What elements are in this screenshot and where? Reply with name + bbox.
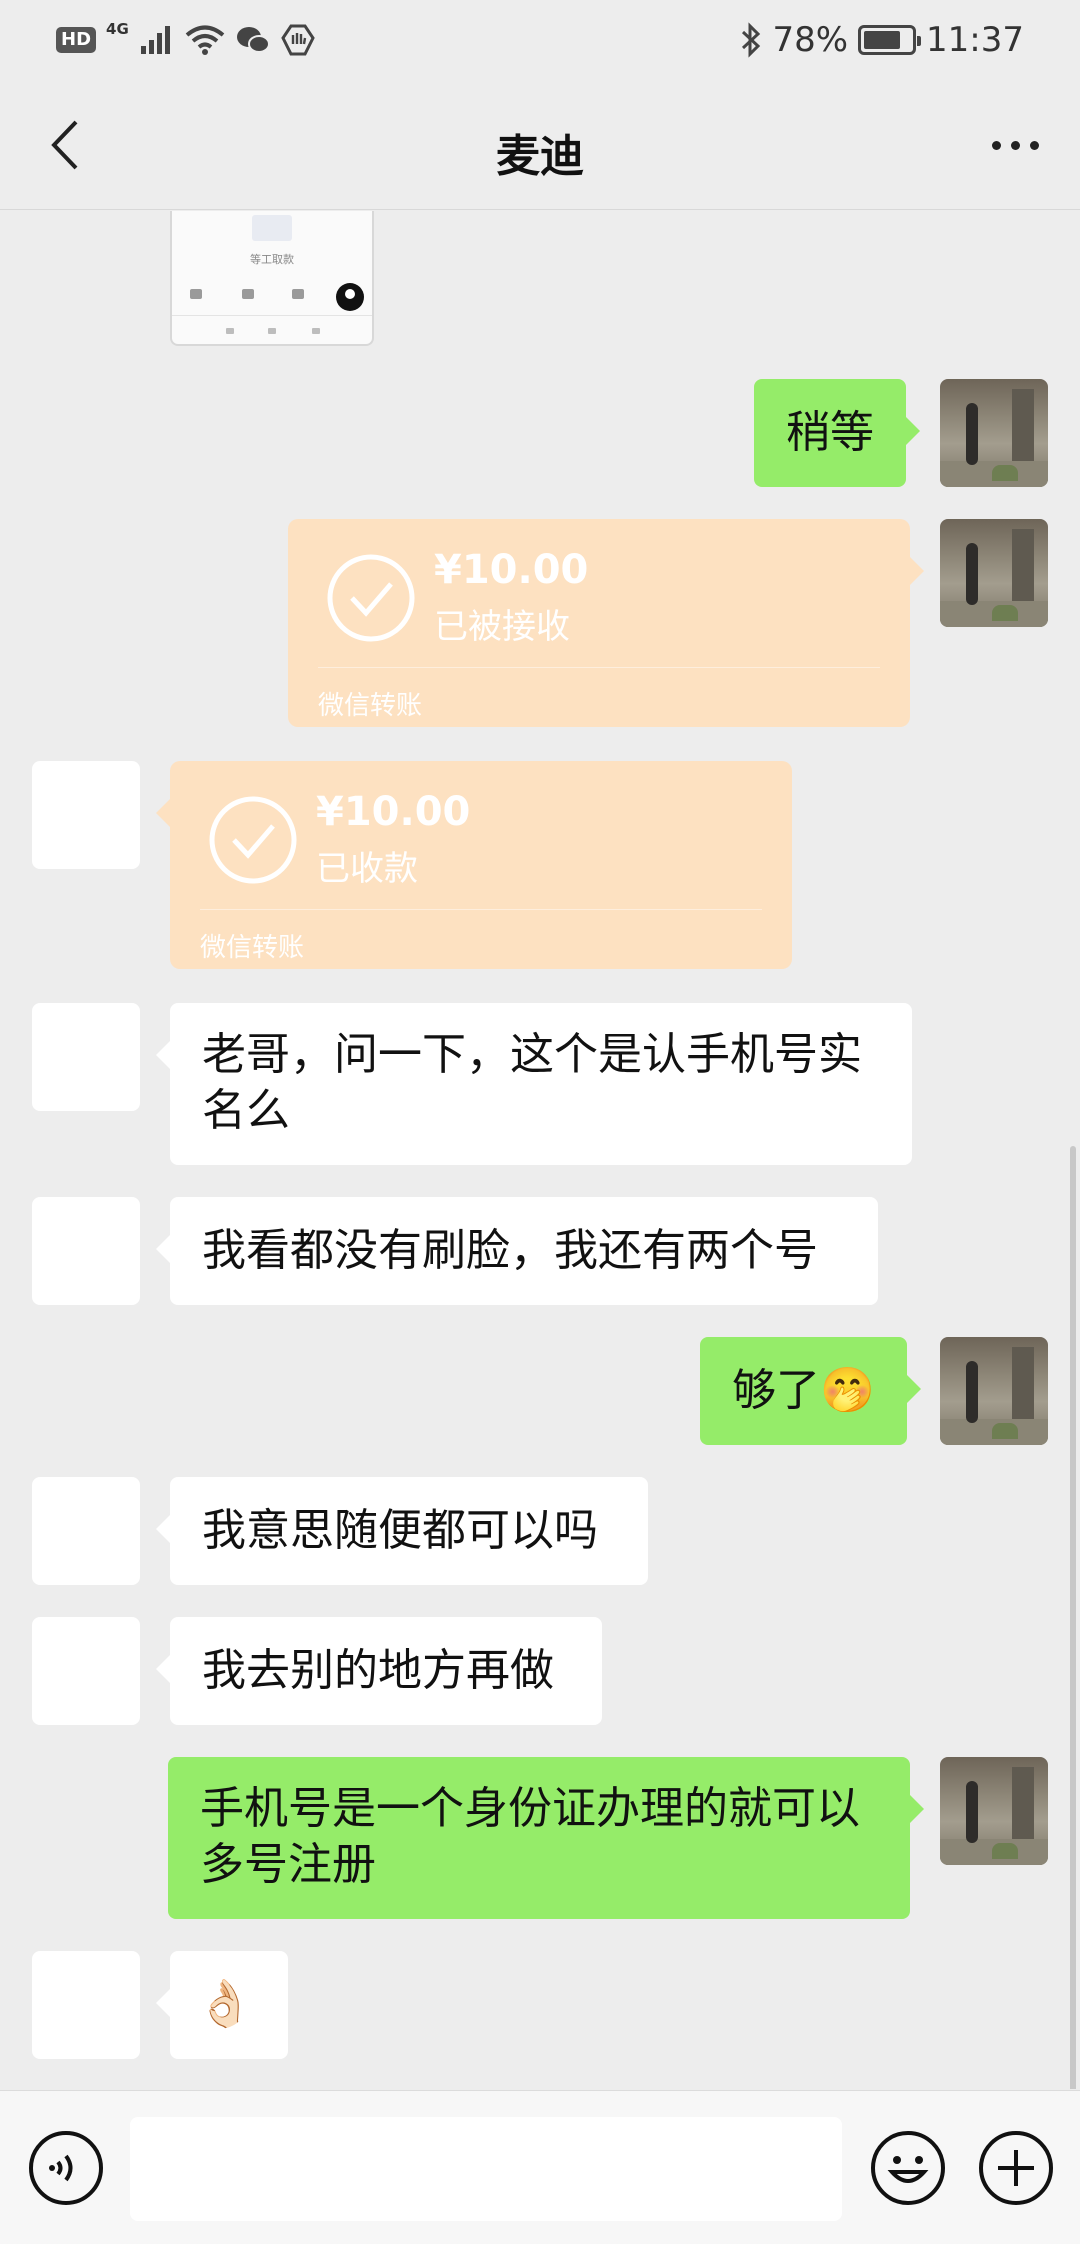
outgoing-message[interactable]: 手机号是一个身份证办理的就可以 多号注册 [168, 1757, 924, 1919]
shield-icon [281, 24, 315, 56]
contact-avatar[interactable] [32, 1951, 140, 2059]
my-avatar[interactable] [940, 1337, 1048, 1445]
message-text-line: 多号注册 [200, 1839, 376, 1890]
more-dot [1010, 140, 1020, 150]
check-circle-icon [327, 554, 415, 642]
contact-avatar[interactable] [32, 1003, 140, 1111]
battery-percent: 78% [772, 20, 849, 60]
hd-badge: HD [56, 27, 97, 53]
message-text: 我去别的地方再做 [202, 1645, 554, 1696]
incoming-message[interactable]: 👌🏻 [156, 1951, 288, 2059]
clock: 11:37 [926, 20, 1024, 60]
status-bar: HD 4G 78% 11:37 [0, 0, 1080, 80]
network-label: 4G [106, 20, 129, 38]
my-avatar[interactable] [940, 519, 1048, 627]
more-dot [1029, 140, 1039, 150]
wifi-icon [185, 25, 225, 55]
plus-circle-icon [979, 2131, 1053, 2205]
transfer-status: 已收款 [316, 849, 418, 889]
face-with-hand-emoji-icon: 🤭 [820, 1365, 875, 1416]
more-dot [991, 140, 1001, 150]
battery-icon [858, 25, 922, 55]
message-list[interactable]: 等工取款 稍等 ¥10.00 已被接收 微信转账 ¥10.00 已收款 微信转账… [0, 211, 1080, 2089]
incoming-transfer-card[interactable]: ¥10.00 已收款 微信转账 [156, 761, 792, 969]
image-message[interactable]: 等工取款 [170, 211, 374, 346]
emoji-icon [871, 2131, 945, 2205]
image-caption: 等工取款 [250, 253, 294, 266]
my-avatar[interactable] [940, 1757, 1048, 1865]
image-avatar-icon [336, 283, 364, 311]
chat-header: 麦迪 [0, 80, 1080, 210]
incoming-message[interactable]: 我去别的地方再做 [156, 1617, 602, 1725]
message-text: 我看都没有刷脸，我还有两个号 [202, 1225, 818, 1276]
input-bar [0, 2090, 1080, 2244]
ok-hand-emoji-icon: 👌🏻 [196, 1976, 254, 2030]
battery-fill [864, 31, 901, 49]
more-button[interactable] [980, 120, 1050, 170]
contact-avatar[interactable] [32, 1197, 140, 1305]
signal-icon [140, 26, 170, 54]
incoming-message[interactable]: 我意思随便都可以吗 [156, 1477, 648, 1585]
transfer-status: 已被接收 [434, 607, 570, 647]
message-text: 稍等 [786, 407, 874, 458]
message-text-line: 名么 [202, 1085, 290, 1136]
plus-button[interactable] [978, 2130, 1054, 2206]
voice-button[interactable] [28, 2130, 104, 2206]
chat-title: 麦迪 [496, 131, 584, 182]
transfer-amount: ¥10.00 [316, 789, 471, 835]
outgoing-message[interactable]: 够了🤭 [700, 1337, 921, 1445]
scrollbar[interactable] [1070, 1146, 1076, 2089]
message-text: 我意思随便都可以吗 [202, 1505, 598, 1556]
status-right: 78% 11:37 [740, 18, 1024, 62]
check-circle-icon [209, 796, 297, 884]
outgoing-transfer-card[interactable]: ¥10.00 已被接收 微信转账 [288, 519, 924, 727]
incoming-message[interactable]: 我看都没有刷脸，我还有两个号 [156, 1197, 878, 1305]
incoming-message[interactable]: 老哥，问一下，这个是认手机号实 名么 [156, 1003, 912, 1165]
transfer-label: 微信转账 [200, 933, 305, 963]
outgoing-message[interactable]: 稍等 [754, 379, 920, 487]
contact-avatar[interactable] [32, 761, 140, 869]
bluetooth-icon [742, 22, 761, 58]
contact-avatar[interactable] [32, 1617, 140, 1725]
emoji-button[interactable] [870, 2130, 946, 2206]
wechat-icon [236, 27, 270, 53]
my-avatar[interactable] [940, 379, 1048, 487]
message-text: 够了 [732, 1365, 820, 1416]
image-placeholder-icon [252, 215, 292, 241]
status-left: HD 4G [56, 18, 315, 62]
message-text-line: 老哥，问一下，这个是认手机号实 [202, 1029, 862, 1080]
message-input[interactable] [130, 2117, 842, 2221]
transfer-amount: ¥10.00 [434, 547, 589, 593]
contact-avatar[interactable] [32, 1477, 140, 1585]
message-text-line: 手机号是一个身份证办理的就可以 [200, 1783, 860, 1834]
voice-icon [29, 2131, 103, 2205]
transfer-label: 微信转账 [318, 691, 423, 721]
